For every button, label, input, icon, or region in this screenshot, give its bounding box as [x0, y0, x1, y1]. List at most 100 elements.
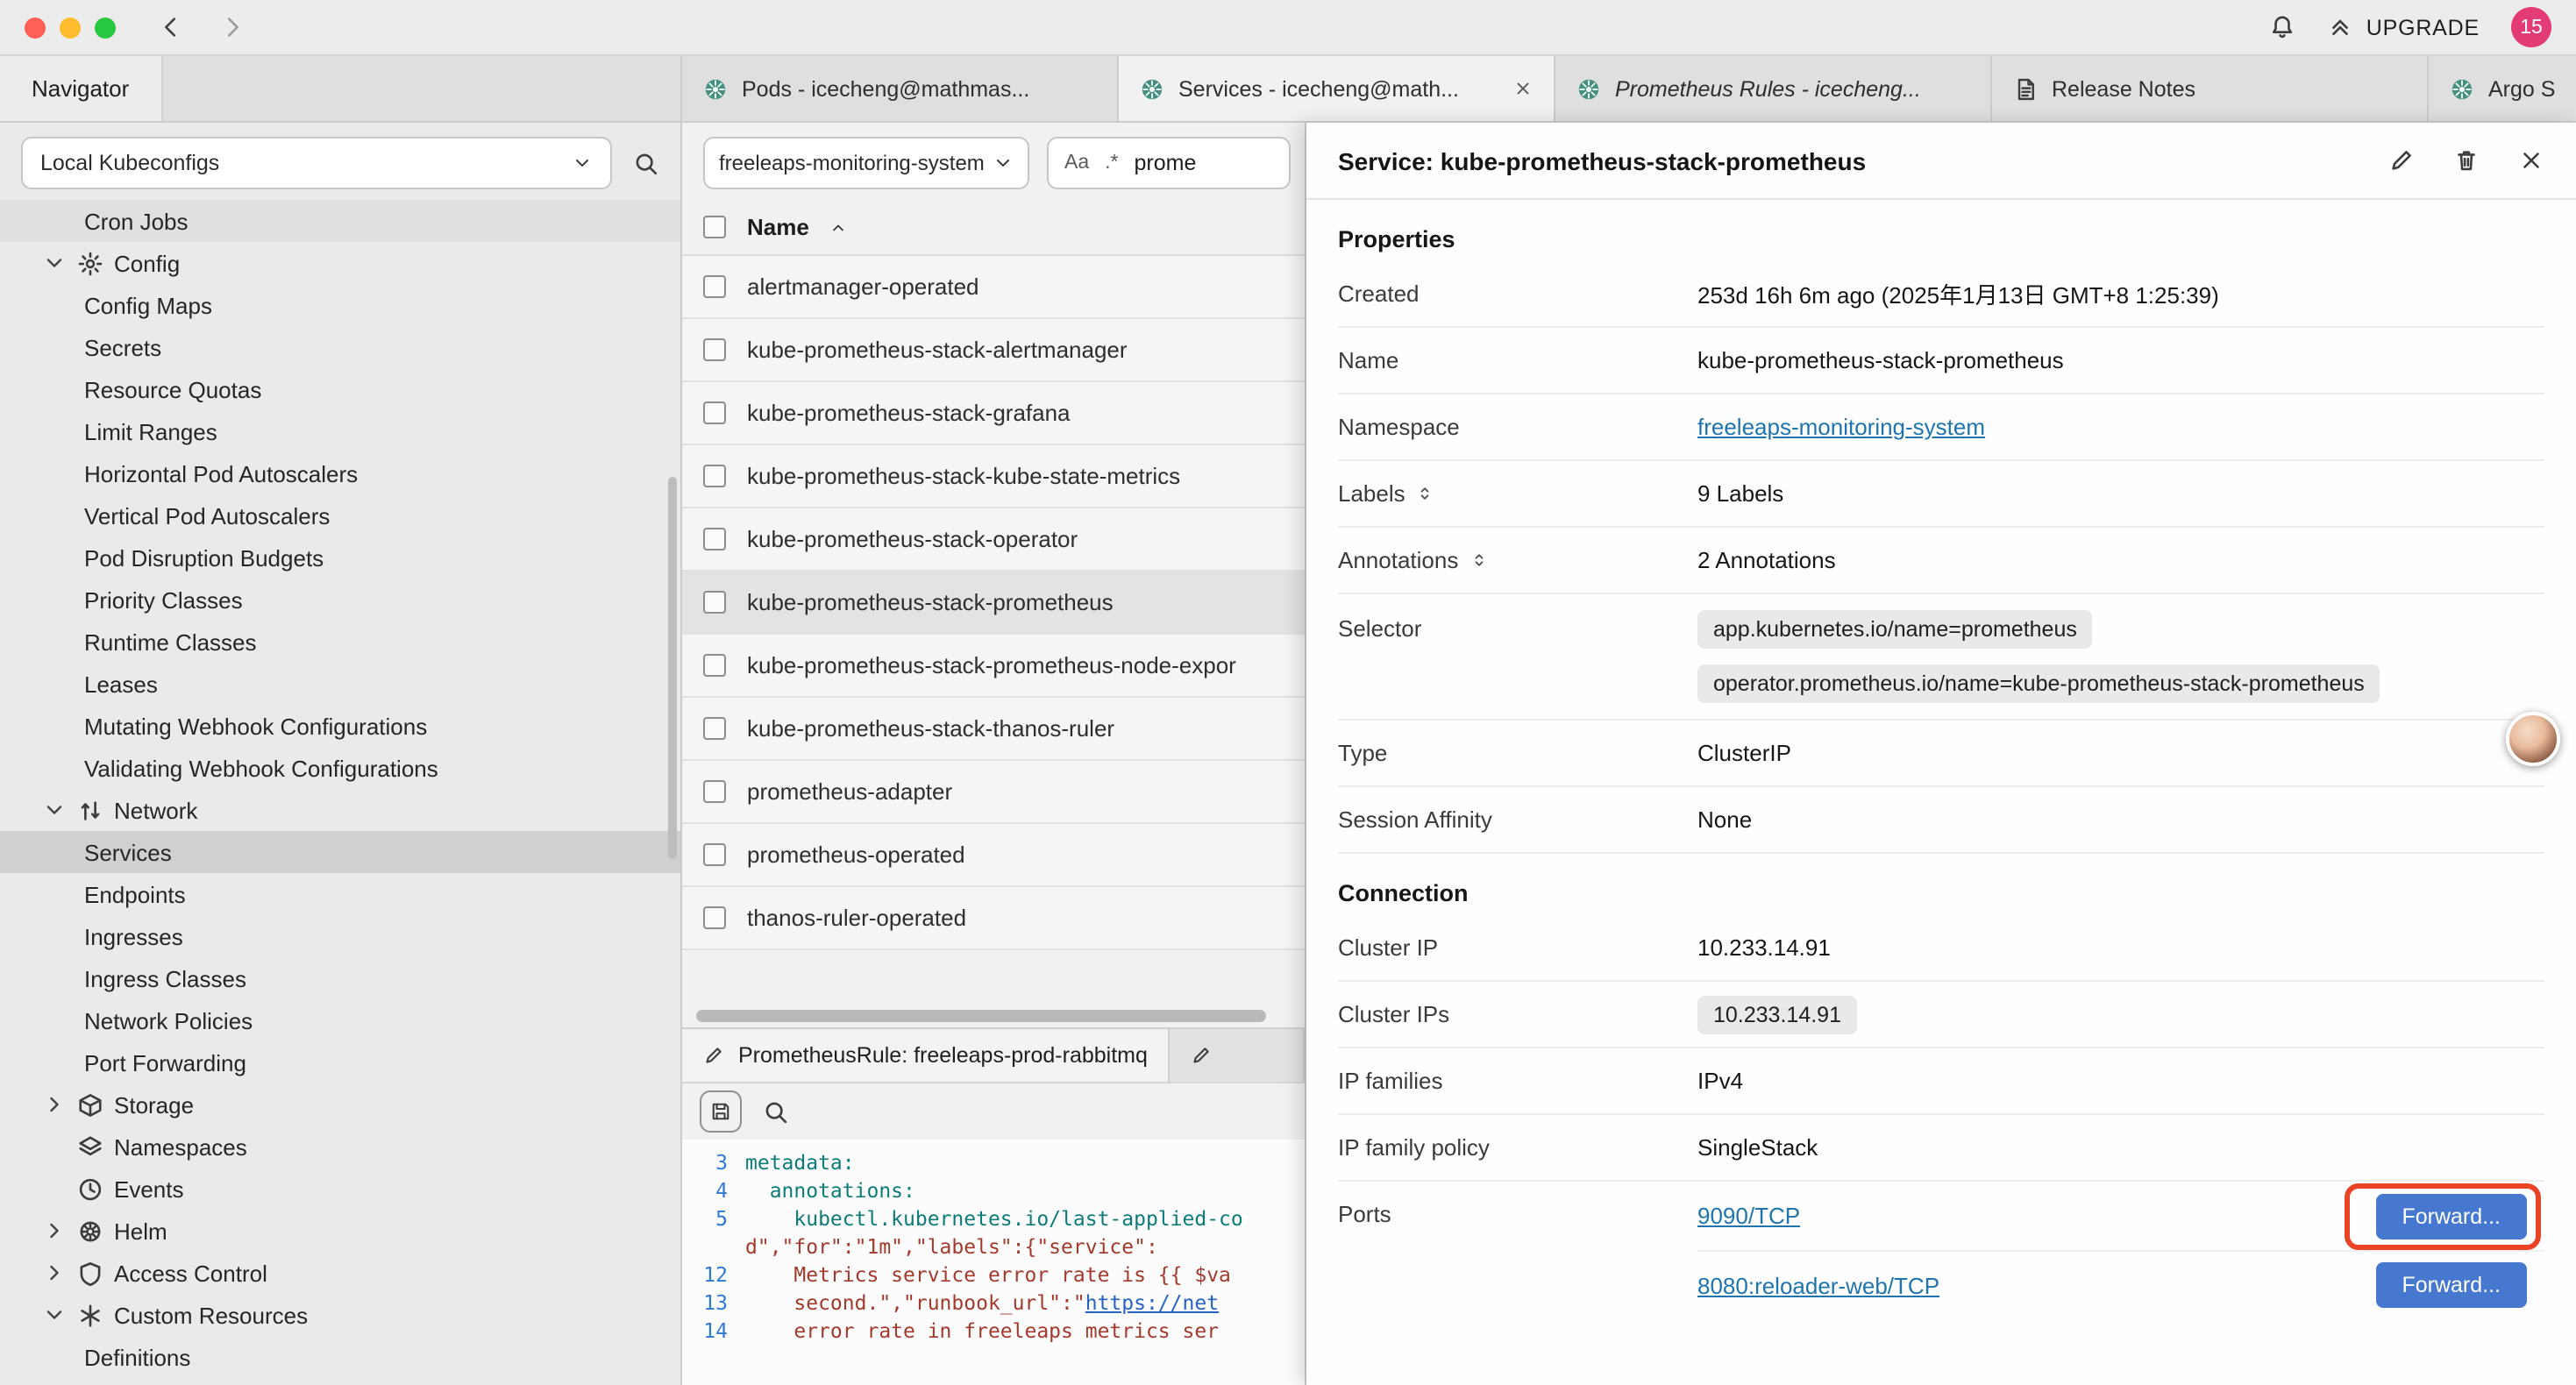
sort-toggle-icon[interactable] [1469, 549, 1488, 572]
vertical-scrollbar[interactable] [668, 477, 677, 859]
user-avatar[interactable] [2506, 712, 2560, 766]
sidebar-item-endpoints[interactable]: Endpoints [0, 873, 680, 915]
select-all-checkbox[interactable] [703, 216, 726, 238]
row-checkbox[interactable] [703, 591, 726, 614]
service-row[interactable]: prometheus-operated [682, 824, 1305, 887]
service-row[interactable]: alertmanager-operated [682, 256, 1305, 319]
sidebar-item-vertical-pod-autoscalers[interactable]: Vertical Pod Autoscalers [0, 494, 680, 536]
sidebar-item-port-forwarding[interactable]: Port Forwarding [0, 1041, 680, 1083]
service-row[interactable]: prometheus-adapter [682, 761, 1305, 824]
chevron-right-icon[interactable] [42, 1092, 67, 1117]
forward-button[interactable]: Forward... [2375, 1262, 2527, 1308]
edit-button[interactable] [2388, 147, 2415, 174]
notification-count-badge[interactable]: 15 [2511, 7, 2551, 47]
tab-close-icon[interactable] [1513, 79, 1533, 98]
service-row[interactable]: kube-prometheus-stack-prometheus-node-ex… [682, 635, 1305, 698]
sidebar-item-storage[interactable]: Storage [0, 1083, 680, 1126]
sidebar-item-runtime-classes[interactable]: Runtime Classes [0, 621, 680, 663]
sidebar-item-mutating-webhook-configurations[interactable]: Mutating Webhook Configurations [0, 705, 680, 747]
section-heading-properties: Properties [1338, 226, 2544, 252]
service-row[interactable]: kube-prometheus-stack-kube-state-metrics [682, 445, 1305, 508]
sidebar-search-icon[interactable] [633, 150, 659, 176]
service-row[interactable]: kube-prometheus-stack-grafana [682, 382, 1305, 445]
chevron-down-icon[interactable] [42, 798, 67, 822]
sort-ascending-icon[interactable] [830, 218, 848, 236]
sidebar-item-leases[interactable]: Leases [0, 663, 680, 705]
port-link[interactable]: 9090/TCP [1697, 1203, 1800, 1229]
service-row[interactable]: kube-prometheus-stack-prometheus [682, 572, 1305, 635]
sidebar-item-network-policies[interactable]: Network Policies [0, 999, 680, 1041]
chevron-right-icon[interactable] [42, 1261, 67, 1285]
window-zoom-button[interactable] [95, 17, 116, 38]
sidebar-item-config[interactable]: Config [0, 242, 680, 284]
tab-services-icecheng-math[interactable]: Services - icecheng@math... [1119, 56, 1555, 121]
regex-toggle[interactable]: .* [1105, 153, 1118, 174]
forward-nav-button[interactable] [219, 14, 246, 40]
sidebar-item-label: Custom Resources [114, 1302, 308, 1328]
chevron-down-icon[interactable] [42, 251, 67, 275]
sidebar-item-access-control[interactable]: Access Control [0, 1252, 680, 1294]
kubeconfig-scope-select[interactable]: Local Kubeconfigs [21, 137, 612, 189]
row-checkbox[interactable] [703, 717, 726, 740]
row-checkbox[interactable] [703, 528, 726, 550]
sidebar-item-cron-jobs[interactable]: Cron Jobs [0, 200, 680, 242]
chevron-down-icon[interactable] [42, 1303, 67, 1327]
tab-pods-icecheng-mathmas[interactable]: Pods - icecheng@mathmas... [682, 56, 1119, 121]
tab-release-notes[interactable]: Release Notes [1992, 56, 2429, 121]
service-row[interactable]: kube-prometheus-stack-operator [682, 508, 1305, 572]
chevron-right-icon[interactable] [42, 1218, 67, 1243]
sidebar-item-ingresses[interactable]: Ingresses [0, 915, 680, 957]
namespace-select[interactable]: freeleaps-monitoring-system [703, 137, 1029, 189]
service-row[interactable]: kube-prometheus-stack-thanos-ruler [682, 698, 1305, 761]
sidebar-item-limit-ranges[interactable]: Limit Ranges [0, 410, 680, 452]
namespace-link[interactable]: freeleaps-monitoring-system [1697, 414, 1985, 440]
sidebar-item-services[interactable]: Services [0, 831, 680, 873]
row-checkbox[interactable] [703, 654, 726, 677]
sidebar-item-priority-classes[interactable]: Priority Classes [0, 579, 680, 621]
row-checkbox[interactable] [703, 780, 726, 803]
sidebar-item-network[interactable]: Network [0, 789, 680, 831]
sidebar-item-secrets[interactable]: Secrets [0, 326, 680, 368]
row-checkbox[interactable] [703, 338, 726, 361]
sidebar-item-helm[interactable]: Helm [0, 1210, 680, 1252]
back-button[interactable] [158, 14, 184, 40]
editor-tab-partial[interactable] [1171, 1029, 1305, 1082]
name-column-header[interactable]: Name [747, 214, 809, 240]
sidebar-item-pod-disruption-budgets[interactable]: Pod Disruption Budgets [0, 536, 680, 579]
delete-button[interactable] [2453, 147, 2480, 174]
window-close-button[interactable] [25, 17, 46, 38]
upgrade-button[interactable]: UPGRADE [2328, 14, 2480, 40]
match-case-toggle[interactable]: Aa [1064, 153, 1089, 174]
search-input[interactable]: Aa .* prome [1047, 137, 1291, 189]
notifications-bell-icon[interactable] [2270, 14, 2296, 40]
sidebar-item-ingress-classes[interactable]: Ingress Classes [0, 957, 680, 999]
port-link[interactable]: 8080:reloader-web/TCP [1697, 1272, 1939, 1298]
sidebar-item-custom-resources[interactable]: Custom Resources [0, 1294, 680, 1336]
tab-prometheus-rules-icecheng[interactable]: Prometheus Rules - icecheng... [1555, 56, 1992, 121]
window-minimize-button[interactable] [60, 17, 81, 38]
service-row[interactable]: kube-prometheus-stack-alertmanager [682, 319, 1305, 382]
sort-toggle-icon[interactable] [1416, 482, 1435, 505]
service-row[interactable]: thanos-ruler-operated [682, 887, 1305, 950]
close-drawer-button[interactable] [2518, 147, 2544, 174]
sidebar-item-config-maps[interactable]: Config Maps [0, 284, 680, 326]
sidebar-item-resource-quotas[interactable]: Resource Quotas [0, 368, 680, 410]
row-checkbox[interactable] [703, 906, 726, 929]
sidebar-item-validating-webhook-configurations[interactable]: Validating Webhook Configurations [0, 747, 680, 789]
row-checkbox[interactable] [703, 401, 726, 424]
row-checkbox[interactable] [703, 275, 726, 298]
sidebar-item-horizontal-pod-autoscalers[interactable]: Horizontal Pod Autoscalers [0, 452, 680, 494]
editor-search-button[interactable] [763, 1098, 789, 1125]
horizontal-scrollbar[interactable] [696, 1009, 1267, 1021]
sidebar-item-namespaces[interactable]: Namespaces [0, 1126, 680, 1168]
tab-argo-s[interactable]: Argo S [2429, 56, 2576, 121]
editor-tab-active[interactable]: PrometheusRule: freeleaps-prod-rabbitmq [682, 1029, 1171, 1082]
row-checkbox[interactable] [703, 843, 726, 866]
yaml-editor[interactable]: 3 metadata: 4 annotations: 5 kubectl.kub… [682, 1140, 1305, 1385]
row-checkbox[interactable] [703, 465, 726, 487]
sidebar-item-events[interactable]: Events [0, 1168, 680, 1210]
code-segment: metadata: [745, 1150, 855, 1175]
sidebar-item-definitions[interactable]: Definitions [0, 1336, 680, 1378]
forward-button[interactable]: Forward... [2375, 1193, 2527, 1239]
save-button[interactable] [700, 1090, 742, 1133]
